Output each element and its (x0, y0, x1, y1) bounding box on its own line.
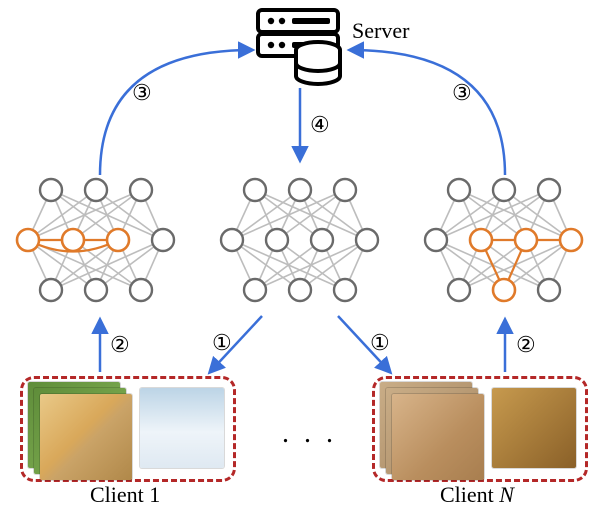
step2-right-badge: ② (516, 332, 536, 358)
clientN-photo-cat (392, 394, 484, 480)
step1-right-badge: ① (370, 330, 390, 356)
step4-badge: ④ (310, 112, 330, 138)
client1-photo-dog (40, 394, 132, 480)
neural-net-right (425, 179, 582, 301)
server-icon (258, 10, 340, 84)
neural-net-center (221, 179, 378, 301)
clientN-label: Client N (440, 482, 514, 508)
arrow-step3-left (100, 50, 252, 175)
step3-left-badge: ③ (132, 80, 152, 106)
step1-left-badge: ① (212, 330, 232, 356)
neural-net-left (17, 179, 174, 301)
server-label: Server (352, 18, 409, 44)
arrow-step3-right (350, 50, 505, 175)
client1-label: Client 1 (90, 482, 160, 508)
clientN-label-N: N (499, 482, 514, 507)
ellipsis: . . . (282, 418, 337, 450)
step3-right-badge: ③ (452, 80, 472, 106)
client1-photo-fox (140, 388, 224, 468)
step2-left-badge: ② (110, 332, 130, 358)
clientN-label-prefix: Client (440, 482, 499, 507)
clientN-photo-weasel (492, 388, 576, 468)
